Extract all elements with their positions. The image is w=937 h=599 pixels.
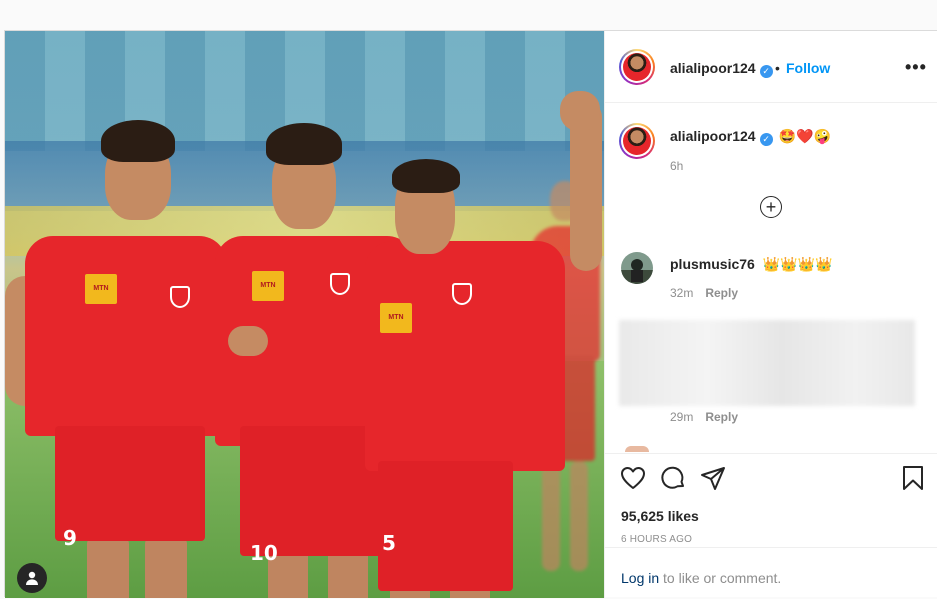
comment-text: 👑👑👑👑: [762, 256, 833, 272]
caption-text: 🤩❤️🤪: [778, 128, 831, 144]
comment-username[interactable]: plusmusic76: [670, 256, 755, 272]
reply-button[interactable]: Reply: [705, 286, 738, 300]
sponsor-badge: MTN: [85, 274, 117, 304]
tagged-users-button[interactable]: [17, 563, 47, 593]
author-username-wrap: alialipoor124 ✓: [670, 60, 773, 78]
post-header: alialipoor124 ✓ • Follow •••: [605, 31, 937, 103]
login-link[interactable]: Log in: [621, 570, 659, 586]
login-prompt-text: to like or comment.: [659, 570, 782, 586]
more-icon[interactable]: •••: [905, 57, 927, 78]
reply-button[interactable]: Reply: [705, 410, 738, 424]
jersey-number: 9: [63, 526, 77, 550]
club-crest: [452, 283, 472, 305]
comment-time: 29m: [670, 410, 694, 424]
share-icon[interactable]: [699, 464, 727, 492]
next-comment-avatar: [625, 446, 649, 452]
caption-username[interactable]: alialipoor124: [670, 128, 756, 144]
post-photo[interactable]: MTN 9 MTN 10 MTN 5: [5, 31, 604, 598]
login-prompt: Log in to like or comment.: [605, 547, 937, 599]
caption-time: 6h: [670, 159, 684, 173]
blurred-comment: [619, 320, 915, 406]
load-more-comments-button[interactable]: +: [760, 196, 782, 218]
player-right: MTN 5: [360, 91, 604, 598]
plus-icon: +: [765, 197, 777, 217]
comment-line: plusmusic76 👑👑👑👑: [670, 256, 832, 273]
author-username[interactable]: alialipoor124: [670, 60, 756, 76]
comment-meta: 29m Reply: [670, 410, 738, 424]
caption-avatar[interactable]: [619, 123, 655, 159]
club-crest: [330, 273, 350, 295]
user-icon: [26, 571, 38, 585]
comment-icon[interactable]: [659, 464, 687, 492]
sponsor-badge: MTN: [252, 271, 284, 301]
comment-time: 32m: [670, 286, 694, 300]
like-count[interactable]: 95,625 likes: [621, 508, 699, 524]
avatar-photo: [621, 252, 653, 284]
jersey-number: 10: [250, 541, 278, 565]
jersey-number: 5: [382, 531, 396, 555]
verified-icon: ✓: [759, 65, 773, 78]
heart-icon[interactable]: [619, 464, 647, 492]
commenter-avatar[interactable]: [621, 252, 653, 284]
sponsor-badge: MTN: [380, 303, 412, 333]
separator-dot: •: [775, 60, 780, 76]
author-avatar[interactable]: [619, 49, 655, 85]
verified-icon: ✓: [759, 133, 773, 146]
bookmark-icon[interactable]: [899, 464, 927, 492]
caption-line: alialipoor124 ✓ 🤩❤️🤪: [670, 128, 831, 146]
comment-meta: 32m Reply: [670, 286, 738, 300]
club-crest: [170, 286, 190, 308]
action-bar: 95,625 likes 6 HOURS AGO Log in to like …: [605, 453, 937, 598]
post-container: MTN 9 MTN 10 MTN 5 alialipoor124 ✓ • Fol…: [4, 30, 937, 598]
post-timestamp[interactable]: 6 HOURS AGO: [621, 534, 692, 545]
follow-button[interactable]: Follow: [786, 60, 830, 76]
post-sidebar: alialipoor124 ✓ • Follow ••• alialipoor12…: [604, 31, 937, 598]
